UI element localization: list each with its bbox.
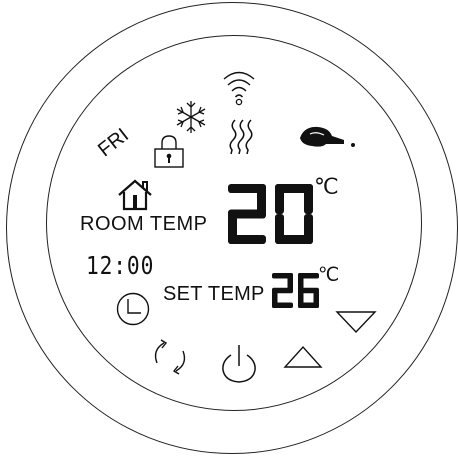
set-temp-unit: ℃: [318, 265, 340, 286]
eco-icon: [300, 126, 355, 147]
room-temp-unit: ℃: [314, 174, 339, 199]
home-icon: [118, 179, 152, 211]
clock-button[interactable]: [116, 292, 150, 326]
lock-icon: [154, 135, 184, 168]
clock-display: 12:00: [86, 251, 155, 280]
power-button[interactable]: [220, 342, 258, 384]
room-temp-value: [228, 184, 313, 244]
room-temp-label: ROOM TEMP: [80, 213, 208, 235]
cycle-button[interactable]: [150, 337, 190, 377]
set-temp-digit: [298, 273, 319, 308]
set-temp-label: SET TEMP: [163, 283, 265, 305]
heat-waves-icon: [229, 119, 253, 155]
set-temp-digit: [272, 273, 293, 308]
room-temp-digit: [228, 184, 266, 244]
room-temp-digit: [275, 184, 313, 244]
snowflake-icon: [176, 101, 206, 133]
wifi-icon: [223, 71, 255, 106]
up-button[interactable]: [283, 344, 323, 370]
down-button[interactable]: [335, 309, 377, 335]
set-temp-value: [272, 273, 319, 308]
